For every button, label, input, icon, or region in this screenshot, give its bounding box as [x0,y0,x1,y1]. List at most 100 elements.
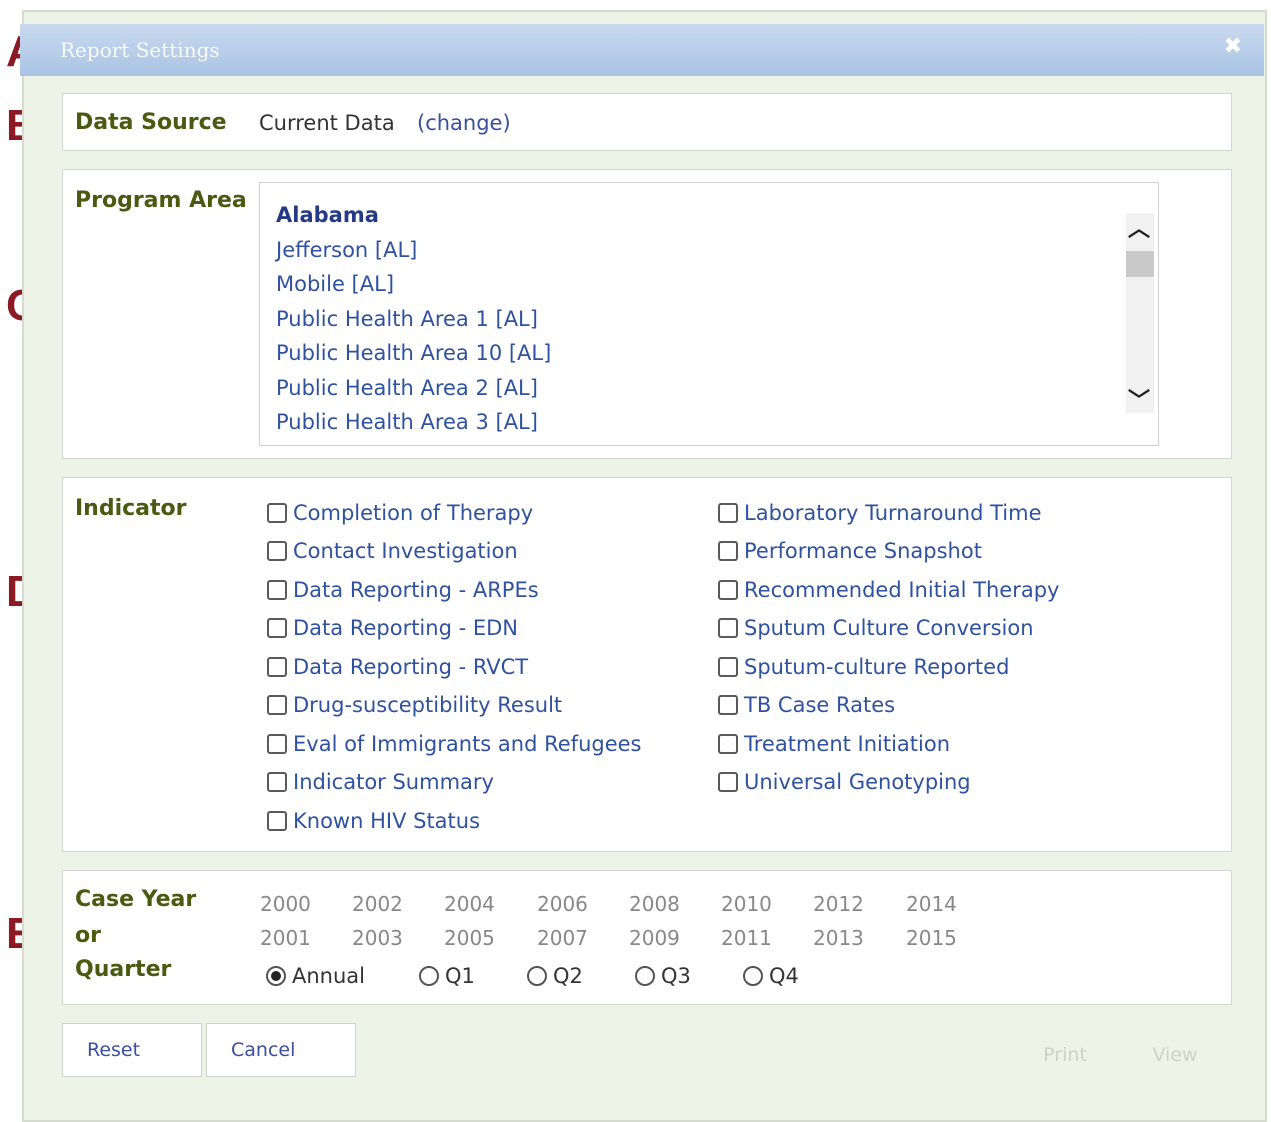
indicator-option[interactable]: Data Reporting - ARPEs [267,578,539,602]
list-item[interactable]: Jefferson [AL] [276,238,417,262]
checkbox-label: Indicator Summary [293,770,494,794]
list-item[interactable]: Public Health Area 2 [AL] [276,376,538,400]
checkbox[interactable] [267,734,287,754]
checkbox-label: Data Reporting - RVCT [293,655,529,679]
checkbox-label: Completion of Therapy [293,501,534,525]
indicator-option[interactable]: Laboratory Turnaround Time [718,501,1042,525]
indicator-option[interactable]: Data Reporting - EDN [267,616,518,640]
year-option[interactable]: 2002 [352,892,403,916]
indicator-option[interactable]: Performance Snapshot [718,539,982,563]
checkbox-label: Treatment Initiation [744,732,951,756]
year-option[interactable]: 2000 [260,892,311,916]
checkbox[interactable] [718,618,738,638]
view-button[interactable]: View [1125,1028,1225,1082]
data-source-value: Current Data [259,111,395,135]
checkbox[interactable] [718,541,738,561]
checkbox-label: Performance Snapshot [744,539,982,563]
checkbox[interactable] [718,503,738,523]
checkbox[interactable] [718,734,738,754]
year-option[interactable]: 2003 [352,926,403,950]
program-area-panel: Program Area Alabama Jefferson [AL] Mobi… [62,169,1232,459]
dialog-titlebar[interactable]: Report Settings ✖ [20,24,1264,76]
checkbox[interactable] [267,541,287,561]
year-option[interactable]: 2009 [629,926,680,950]
period-option-q3[interactable]: Q3 [635,964,691,988]
print-button[interactable]: Print [1015,1028,1115,1082]
period-option-annual[interactable]: Annual [266,964,365,988]
checkbox[interactable] [267,503,287,523]
list-item[interactable]: Mobile [AL] [276,272,394,296]
period-option-q2[interactable]: Q2 [527,964,583,988]
indicator-panel: Indicator Completion of Therapy Contact … [62,477,1232,852]
data-source-label: Data Source [75,110,227,135]
program-area-label: Program Area [75,188,247,213]
checkbox[interactable] [267,772,287,792]
checkbox-label: Eval of Immigrants and Refugees [293,732,642,756]
program-area-listbox[interactable]: Alabama Jefferson [AL] Mobile [AL] Publi… [259,182,1159,446]
radio-label: Annual [292,964,365,988]
cancel-button[interactable]: Cancel [206,1023,356,1077]
year-option[interactable]: 2001 [260,926,311,950]
radio-button[interactable] [419,966,439,986]
case-year-panel: Case Year or Quarter 2000 2002 2004 2006… [62,870,1232,1005]
indicator-option[interactable]: Treatment Initiation [718,732,950,756]
year-option[interactable]: 2013 [813,926,864,950]
indicator-option[interactable]: Eval of Immigrants and Refugees [267,732,642,756]
year-option[interactable]: 2007 [537,926,588,950]
year-option[interactable]: 2011 [721,926,772,950]
checkbox[interactable] [718,695,738,715]
radio-button[interactable] [743,966,763,986]
year-option[interactable]: 2012 [813,892,864,916]
checkbox[interactable] [267,580,287,600]
period-option-q4[interactable]: Q4 [743,964,799,988]
radio-button[interactable] [266,966,286,986]
checkbox[interactable] [718,657,738,677]
data-source-panel: Data Source Current Data (change) [62,93,1232,151]
year-option[interactable]: 2004 [444,892,495,916]
indicator-option[interactable]: Recommended Initial Therapy [718,578,1059,602]
period-option-q1[interactable]: Q1 [419,964,475,988]
indicator-option[interactable]: Universal Genotyping [718,770,971,794]
chevron-down-icon[interactable]: ﹀ [1128,383,1150,415]
indicator-option[interactable]: TB Case Rates [718,693,895,717]
year-option[interactable]: 2014 [906,892,957,916]
checkbox[interactable] [267,657,287,677]
list-item[interactable]: Alabama [276,203,379,227]
reset-button[interactable]: Reset [62,1023,202,1077]
case-year-quarter-label: Quarter [75,957,172,982]
radio-label: Q4 [769,964,799,988]
list-item[interactable]: Public Health Area 3 [AL] [276,410,538,434]
checkbox-label: Known HIV Status [293,809,481,833]
checkbox-label: Sputum-culture Reported [744,655,1010,679]
radio-button[interactable] [527,966,547,986]
checkbox-label: Contact Investigation [293,539,518,563]
checkbox[interactable] [267,811,287,831]
year-option[interactable]: 2015 [906,926,957,950]
checkbox-label: Data Reporting - ARPEs [293,578,539,602]
year-option[interactable]: 2005 [444,926,495,950]
checkbox[interactable] [267,618,287,638]
indicator-option[interactable]: Data Reporting - RVCT [267,655,528,679]
indicator-option[interactable]: Sputum Culture Conversion [718,616,1034,640]
indicator-option[interactable]: Contact Investigation [267,539,518,563]
radio-button[interactable] [635,966,655,986]
year-option[interactable]: 2006 [537,892,588,916]
indicator-option[interactable]: Completion of Therapy [267,501,533,525]
indicator-option[interactable]: Indicator Summary [267,770,494,794]
checkbox[interactable] [267,695,287,715]
indicator-option[interactable]: Drug-susceptibility Result [267,693,562,717]
chevron-up-icon[interactable]: ︿ [1128,211,1150,243]
checkbox-label: Data Reporting - EDN [293,616,518,640]
indicator-option[interactable]: Sputum-culture Reported [718,655,1009,679]
close-icon[interactable]: ✖ [1224,34,1242,59]
change-data-source-link[interactable]: (change) [417,111,511,135]
year-option[interactable]: 2008 [629,892,680,916]
indicator-option[interactable]: Known HIV Status [267,809,480,833]
scrollbar-thumb[interactable] [1126,251,1154,277]
checkbox[interactable] [718,580,738,600]
list-item[interactable]: Public Health Area 1 [AL] [276,307,538,331]
indicator-label: Indicator [75,496,187,521]
checkbox[interactable] [718,772,738,792]
list-item[interactable]: Public Health Area 10 [AL] [276,341,551,365]
year-option[interactable]: 2010 [721,892,772,916]
